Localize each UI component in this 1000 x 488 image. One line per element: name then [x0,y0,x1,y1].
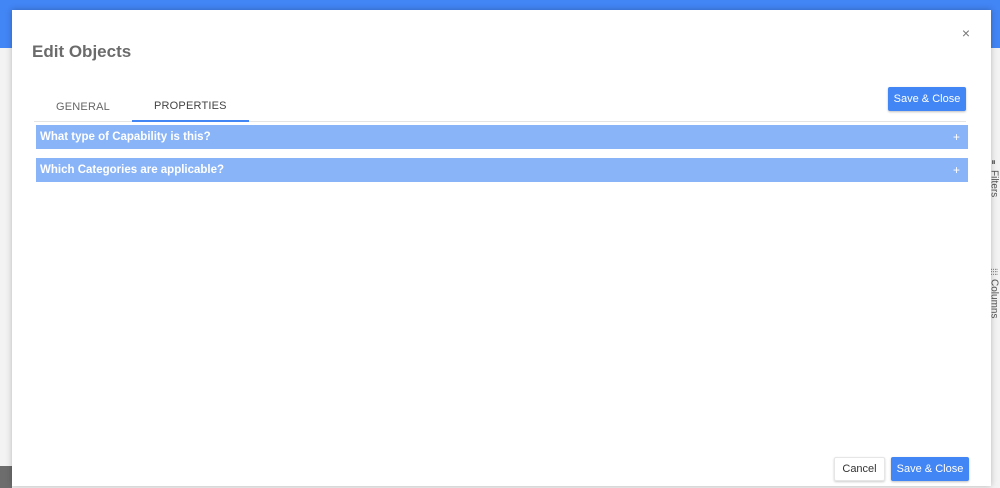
close-icon[interactable]: × [959,26,973,40]
section-categories[interactable]: Which Categories are applicable? + [36,158,968,182]
section-categories-label: Which Categories are applicable? [40,164,225,176]
cancel-button[interactable]: Cancel [834,457,885,481]
tab-properties[interactable]: PROPERTIES [131,92,249,122]
save-close-button-bottom[interactable]: Save & Close [891,457,969,481]
expand-plus-icon[interactable]: + [953,131,960,143]
tab-general[interactable]: GENERAL [34,92,132,122]
save-close-button-top[interactable]: Save & Close [888,87,966,111]
edit-objects-modal: Edit Objects × GENERAL PROPERTIES Save &… [12,10,991,486]
app-left-strip [0,466,12,488]
section-capability-type[interactable]: What type of Capability is this? + [36,125,968,149]
section-capability-type-label: What type of Capability is this? [40,131,211,143]
tab-bar: GENERAL PROPERTIES [34,92,966,122]
modal-title: Edit Objects [32,42,132,61]
expand-plus-icon[interactable]: + [953,164,960,176]
